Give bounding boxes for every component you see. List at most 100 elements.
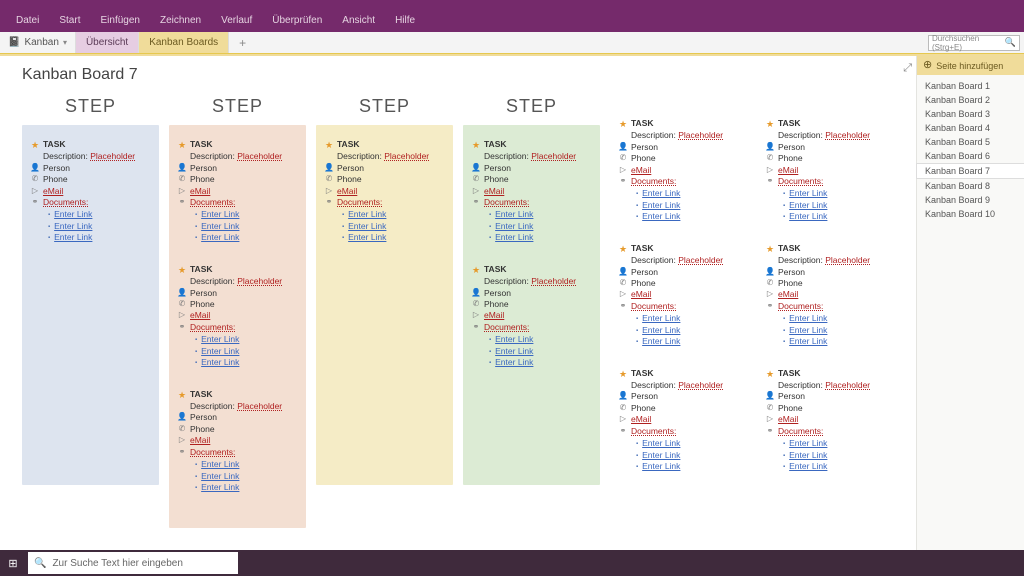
card-link[interactable]: Enter Link — [495, 334, 533, 344]
kanban-card[interactable]: ★TASKDescription: Placeholder👤Person✆Pho… — [177, 139, 298, 244]
kanban-card[interactable]: ★TASKDescription: Placeholder👤Person✆Pho… — [618, 368, 739, 473]
card-link[interactable]: Enter Link — [495, 357, 533, 367]
card-link[interactable]: Enter Link — [789, 438, 827, 448]
menu-einfuegen[interactable]: Einfügen — [92, 11, 147, 32]
card-link[interactable]: Enter Link — [642, 211, 680, 221]
page-list-item[interactable]: Kanban Board 3 — [917, 107, 1024, 121]
kanban-card[interactable]: ★TASKDescription: Placeholder👤Person✆Pho… — [471, 139, 592, 244]
card-link[interactable]: Enter Link — [54, 209, 92, 219]
card-link[interactable]: Enter Link — [495, 232, 533, 242]
page-canvas[interactable]: ⤢ Kanban Board 7 STEP★TASKDescription: P… — [0, 56, 916, 550]
card-link[interactable]: Enter Link — [789, 200, 827, 210]
start-button[interactable]: ⊞ — [0, 550, 26, 576]
card-link[interactable]: Enter Link — [348, 232, 386, 242]
card-email[interactable]: eMail — [484, 310, 504, 321]
card-link[interactable]: Enter Link — [201, 357, 239, 367]
kanban-card[interactable]: ★TASKDescription: Placeholder👤Person✆Pho… — [618, 243, 739, 348]
page-list-item[interactable]: Kanban Board 2 — [917, 93, 1024, 107]
card-link[interactable]: Enter Link — [789, 211, 827, 221]
kanban-card[interactable]: ★TASKDescription: Placeholder👤Person✆Pho… — [765, 368, 886, 473]
card-link[interactable]: Enter Link — [201, 221, 239, 231]
kanban-card[interactable]: ★TASKDescription: Placeholder👤Person✆Pho… — [177, 389, 298, 494]
notebook-dropdown[interactable]: 📓 Kanban ▾ — [0, 32, 76, 53]
card-link[interactable]: Enter Link — [789, 188, 827, 198]
page-list-item[interactable]: Kanban Board 7 — [916, 163, 1024, 179]
card-link[interactable]: Enter Link — [201, 459, 239, 469]
menu-ansicht[interactable]: Ansicht — [334, 11, 383, 32]
kanban-card[interactable]: ★TASKDescription: Placeholder👤Person✆Pho… — [177, 264, 298, 369]
card-link[interactable]: Enter Link — [642, 336, 680, 346]
card-link[interactable]: Enter Link — [789, 461, 827, 471]
menu-start[interactable]: Start — [51, 11, 88, 32]
card-email[interactable]: eMail — [190, 310, 210, 321]
card-email[interactable]: eMail — [190, 435, 210, 446]
card-link[interactable]: Enter Link — [789, 336, 827, 346]
card-email[interactable]: eMail — [631, 414, 651, 425]
card-link[interactable]: Enter Link — [642, 438, 680, 448]
page-list-item[interactable]: Kanban Board 5 — [917, 135, 1024, 149]
search-input[interactable]: Durchsuchen (Strg+E) 🔍 — [928, 35, 1020, 51]
page-list-item[interactable]: Kanban Board 10 — [917, 207, 1024, 221]
card-link[interactable]: Enter Link — [495, 346, 533, 356]
add-page-button[interactable]: ⊕ Seite hinzufügen — [917, 56, 1024, 75]
column-body[interactable]: ★TASKDescription: Placeholder👤Person✆Pho… — [610, 104, 747, 507]
card-link[interactable]: Enter Link — [642, 325, 680, 335]
card-email[interactable]: eMail — [631, 165, 651, 176]
card-email[interactable]: eMail — [631, 289, 651, 300]
column-body[interactable]: ★TASKDescription: Placeholder👤Person✆Pho… — [757, 104, 894, 507]
card-link[interactable]: Enter Link — [642, 313, 680, 323]
section-tab-uebersicht[interactable]: Übersicht — [76, 32, 139, 53]
card-email[interactable]: eMail — [778, 165, 798, 176]
card-link[interactable]: Enter Link — [789, 450, 827, 460]
column-body[interactable]: ★TASKDescription: Placeholder👤Person✆Pho… — [316, 125, 453, 485]
menu-hilfe[interactable]: Hilfe — [387, 11, 423, 32]
card-link[interactable]: Enter Link — [495, 221, 533, 231]
card-email[interactable]: eMail — [484, 186, 504, 197]
card-link[interactable]: Enter Link — [789, 313, 827, 323]
page-list-item[interactable]: Kanban Board 1 — [917, 79, 1024, 93]
menu-datei[interactable]: Datei — [8, 11, 47, 32]
card-email[interactable]: eMail — [337, 186, 357, 197]
add-section-button[interactable]: + — [229, 32, 256, 53]
menu-verlauf[interactable]: Verlauf — [213, 11, 260, 32]
card-link[interactable]: Enter Link — [54, 221, 92, 231]
kanban-card[interactable]: ★TASKDescription: Placeholder👤Person✆Pho… — [618, 118, 739, 223]
menu-ueberpruefen[interactable]: Überprüfen — [264, 11, 330, 32]
card-link[interactable]: Enter Link — [201, 482, 239, 492]
page-list-item[interactable]: Kanban Board 4 — [917, 121, 1024, 135]
card-link[interactable]: Enter Link — [642, 461, 680, 471]
page-title[interactable]: Kanban Board 7 — [22, 66, 894, 84]
kanban-card[interactable]: ★TASKDescription: Placeholder👤Person✆Pho… — [30, 139, 151, 244]
card-email[interactable]: eMail — [43, 186, 63, 197]
card-link[interactable]: Enter Link — [495, 209, 533, 219]
card-email[interactable]: eMail — [778, 289, 798, 300]
card-link[interactable]: Enter Link — [642, 188, 680, 198]
card-link[interactable]: Enter Link — [348, 221, 386, 231]
kanban-card[interactable]: ★TASKDescription: Placeholder👤Person✆Pho… — [324, 139, 445, 244]
kanban-card[interactable]: ★TASKDescription: Placeholder👤Person✆Pho… — [471, 264, 592, 369]
card-email[interactable]: eMail — [778, 414, 798, 425]
taskbar-search[interactable]: 🔍 Zur Suche Text hier eingeben — [28, 552, 238, 574]
card-link[interactable]: Enter Link — [642, 450, 680, 460]
card-link[interactable]: Enter Link — [54, 232, 92, 242]
card-link[interactable]: Enter Link — [789, 325, 827, 335]
page-list-item[interactable]: Kanban Board 8 — [917, 179, 1024, 193]
card-link[interactable]: Enter Link — [201, 232, 239, 242]
kanban-card[interactable]: ★TASKDescription: Placeholder👤Person✆Pho… — [765, 243, 886, 348]
card-link[interactable]: Enter Link — [642, 200, 680, 210]
kanban-card[interactable]: ★TASKDescription: Placeholder👤Person✆Pho… — [765, 118, 886, 223]
page-list-item[interactable]: Kanban Board 6 — [917, 149, 1024, 163]
column-body[interactable]: ★TASKDescription: Placeholder👤Person✆Pho… — [463, 125, 600, 485]
fullscreen-icon[interactable]: ⤢ — [903, 62, 912, 75]
card-link[interactable]: Enter Link — [201, 471, 239, 481]
page-list-item[interactable]: Kanban Board 9 — [917, 193, 1024, 207]
card-link[interactable]: Enter Link — [201, 334, 239, 344]
section-tab-kanban-boards[interactable]: Kanban Boards — [139, 32, 229, 53]
card-email[interactable]: eMail — [190, 186, 210, 197]
column-body[interactable]: ★TASKDescription: Placeholder👤Person✆Pho… — [22, 125, 159, 485]
menu-zeichnen[interactable]: Zeichnen — [152, 11, 209, 32]
card-link[interactable]: Enter Link — [201, 346, 239, 356]
column-body[interactable]: ★TASKDescription: Placeholder👤Person✆Pho… — [169, 125, 306, 528]
card-link[interactable]: Enter Link — [348, 209, 386, 219]
card-link[interactable]: Enter Link — [201, 209, 239, 219]
